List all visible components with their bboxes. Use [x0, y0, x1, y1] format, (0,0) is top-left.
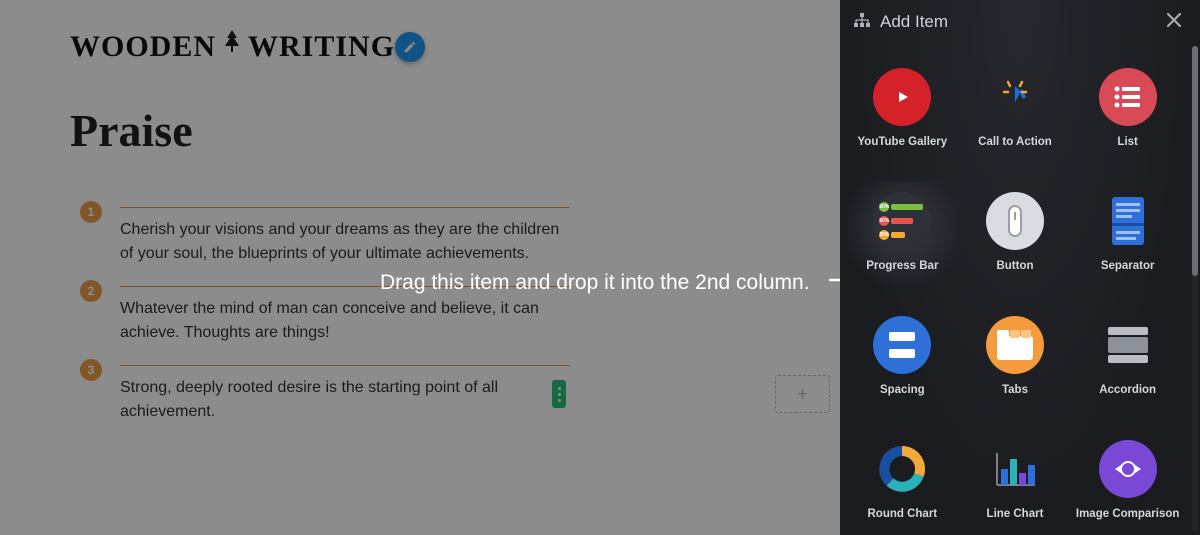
item-label: Call to Action	[978, 136, 1052, 148]
item-youtube-gallery[interactable]: YouTube Gallery	[848, 58, 957, 172]
item-label: List	[1117, 136, 1137, 148]
item-accordion[interactable]: Accordion	[1073, 306, 1182, 420]
item-call-to-action[interactable]: Call to Action	[961, 58, 1070, 172]
panel-title: Add Item	[880, 12, 948, 32]
close-icon[interactable]	[1166, 12, 1186, 32]
item-label: YouTube Gallery	[857, 136, 947, 148]
progress-bar-icon: 90% 60% 30%	[873, 192, 931, 250]
panel-grid: YouTube Gallery Call to Action List	[840, 44, 1190, 535]
button-icon	[986, 192, 1044, 250]
round-chart-icon	[873, 440, 931, 498]
item-tabs[interactable]: Tabs	[961, 306, 1070, 420]
youtube-icon	[873, 68, 931, 126]
item-line-chart[interactable]: Line Chart	[961, 430, 1070, 535]
item-spacing[interactable]: Spacing	[848, 306, 957, 420]
item-label: Button	[996, 260, 1033, 272]
item-label: Progress Bar	[866, 260, 938, 272]
panel-header: Add Item	[840, 0, 1200, 44]
item-list[interactable]: List	[1073, 58, 1182, 172]
separator-icon	[1099, 192, 1157, 250]
item-label: Separator	[1101, 260, 1155, 272]
item-label: Tabs	[1002, 384, 1028, 396]
list-icon	[1099, 68, 1157, 126]
panel-grid-wrap: YouTube Gallery Call to Action List	[840, 44, 1190, 535]
panel-scrollbar[interactable]	[1192, 46, 1198, 531]
scrollbar-thumb[interactable]	[1192, 46, 1198, 276]
item-button[interactable]: Button	[961, 182, 1070, 296]
item-label: Accordion	[1099, 384, 1156, 396]
pointer-click-icon	[986, 68, 1044, 126]
item-separator[interactable]: Separator	[1073, 182, 1182, 296]
instruction-text: Drag this item and drop it into the 2nd …	[380, 271, 810, 295]
image-comparison-icon	[1099, 440, 1157, 498]
item-label: Image Comparison	[1076, 508, 1180, 520]
sitemap-icon	[854, 13, 870, 32]
accordion-icon	[1099, 316, 1157, 374]
line-chart-icon	[986, 440, 1044, 498]
item-label: Round Chart	[868, 508, 938, 520]
item-progress-bar[interactable]: 90% 60% 30% Progress Bar	[848, 182, 957, 296]
add-item-panel: Add Item YouTube Gallery Call to Acti	[840, 0, 1200, 535]
item-label: Spacing	[880, 384, 925, 396]
item-image-comparison[interactable]: Image Comparison	[1073, 430, 1182, 535]
spacing-icon	[873, 316, 931, 374]
item-label: Line Chart	[987, 508, 1044, 520]
tabs-icon	[986, 316, 1044, 374]
item-round-chart[interactable]: Round Chart	[848, 430, 957, 535]
tutorial-instruction: Drag this item and drop it into the 2nd …	[380, 270, 876, 296]
